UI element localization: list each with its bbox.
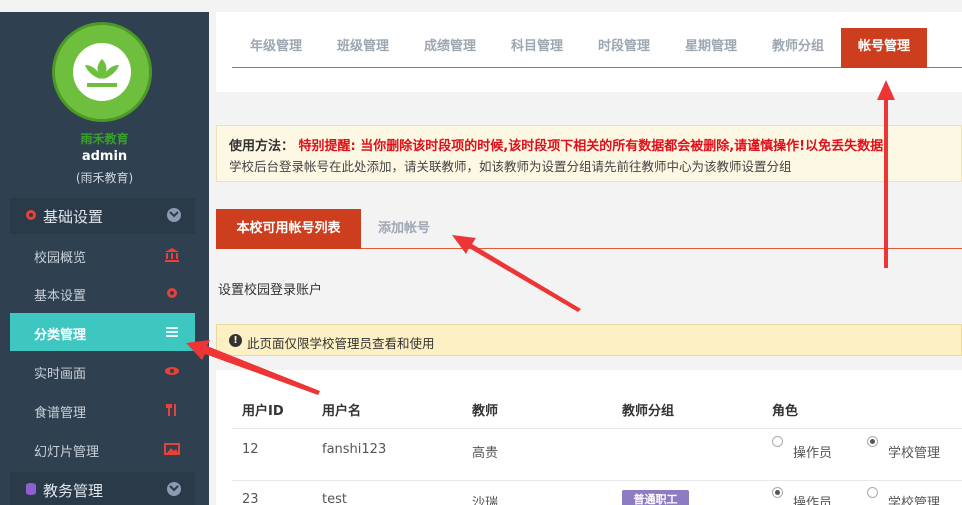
role-label-school-admin: 学校管理 (888, 496, 941, 505)
database-icon (26, 483, 36, 495)
cell-username: test (322, 492, 347, 505)
role-label-operator: 操作员 (793, 446, 833, 461)
cell-username: fanshi123 (322, 442, 387, 457)
usage-notice: 使用方法： 特别提醒: 当你删除该时段项的时候,该时段项下相关的所有数据都会被删… (216, 125, 962, 182)
image-icon (164, 443, 180, 455)
cutlery-icon (166, 404, 176, 416)
bank-icon (165, 248, 179, 262)
role-label-school-admin: 学校管理 (888, 446, 941, 461)
sidebar-item-basic-settings[interactable]: 基本设置 (10, 274, 195, 312)
tab-add-account[interactable]: 添加帐号 (361, 209, 447, 249)
gear-icon (167, 288, 177, 298)
sidebar: 雨禾教育 admin (雨禾教育) 基础设置 校园概览 基本设置 分类管理 实时… (0, 12, 209, 505)
sidebar-item-recipe-management[interactable]: 食谱管理 (10, 391, 195, 429)
account-subtabs: 本校可用帐号列表 添加帐号 (216, 209, 962, 249)
menu-icon (166, 327, 178, 337)
notice-label: 使用方法： (229, 139, 295, 154)
section-description: 设置校园登录账户 (218, 283, 323, 298)
column-header-user-id: 用户ID (242, 404, 284, 419)
cell-user-id: 12 (242, 442, 259, 457)
tab-weekday-management[interactable]: 星期管理 (673, 28, 749, 68)
tab-period-management[interactable]: 时段管理 (586, 28, 662, 68)
tab-account-list[interactable]: 本校可用帐号列表 (216, 209, 361, 249)
brand-logo (52, 22, 152, 122)
column-header-teacher: 教师 (472, 404, 499, 419)
nav-section-academic-management[interactable]: 教务管理 (10, 472, 195, 505)
exclamation-icon: ! (229, 334, 242, 347)
sidebar-item-slideshow-management[interactable]: 幻灯片管理 (10, 430, 195, 468)
cell-user-id: 23 (242, 492, 259, 505)
sidebar-item-live-view[interactable]: 实时画面 (10, 352, 195, 390)
teacher-group-badge: 普通职工 (622, 490, 689, 505)
sidebar-item-label: 校园概览 (34, 251, 87, 266)
sidebar-item-label: 实时画面 (34, 367, 87, 382)
eye-icon (165, 367, 179, 375)
role-radio-operator[interactable] (772, 436, 783, 447)
app-window: 雨禾教育 admin (雨禾教育) 基础设置 校园概览 基本设置 分类管理 实时… (0, 0, 962, 505)
user-name: admin (81, 149, 128, 164)
sidebar-item-label: 分类管理 (34, 328, 87, 343)
notice-line: 使用方法： 特别提醒: 当你删除该时段项的时候,该时段项下相关的所有数据都会被删… (229, 135, 889, 154)
alert-text: 此页面仅限学校管理员查看和使用 (247, 336, 435, 351)
sidebar-item-category-management[interactable]: 分类管理 (10, 313, 195, 351)
column-header-role: 角色 (772, 404, 799, 419)
tab-grade-management[interactable]: 年级管理 (238, 28, 314, 68)
sidebar-item-label: 基本设置 (34, 289, 87, 304)
notice-warning: 特别提醒: 当你删除该时段项的时候,该时段项下相关的所有数据都会被删除,请谨慎操… (298, 139, 890, 154)
column-header-username: 用户名 (322, 404, 362, 419)
role-radio-school-admin[interactable] (867, 436, 878, 447)
table-divider (232, 428, 962, 429)
admin-only-alert: ! 此页面仅限学校管理员查看和使用 (216, 324, 962, 356)
role-label-operator: 操作员 (793, 496, 833, 505)
accounts-table (216, 370, 962, 505)
cell-teacher: 沙瑞 (472, 496, 499, 505)
tab-teacher-groups[interactable]: 教师分组 (760, 28, 836, 68)
brand-name: 雨禾教育 (80, 132, 129, 146)
leaf-icon (85, 59, 119, 87)
sidebar-item-label: 幻灯片管理 (34, 445, 100, 460)
role-radio-operator[interactable] (772, 487, 783, 498)
tab-account-management[interactable]: 帐号管理 (841, 28, 927, 68)
tab-class-management[interactable]: 班级管理 (325, 28, 401, 68)
chevron-down-icon[interactable] (167, 208, 181, 222)
gear-icon (26, 210, 36, 220)
sidebar-item-campus-overview[interactable]: 校园概览 (10, 236, 195, 274)
nav-section-label: 教务管理 (43, 482, 104, 500)
main-tabs: 年级管理 班级管理 成绩管理 科目管理 时段管理 星期管理 教师分组 帐号管理 (232, 28, 962, 68)
tab-score-management[interactable]: 成绩管理 (412, 28, 488, 68)
nav-section-basic-settings[interactable]: 基础设置 (10, 198, 195, 234)
sidebar-item-label: 食谱管理 (34, 406, 87, 421)
table-divider (232, 480, 962, 481)
tab-subject-management[interactable]: 科目管理 (499, 28, 575, 68)
nav-section-label: 基础设置 (43, 208, 104, 226)
notice-text: 学校后台登录帐号在此处添加，请关联教师，如该教师为设置分组请先前往教师中心为该教… (229, 159, 792, 174)
user-org: (雨禾教育) (75, 171, 134, 185)
column-header-teacher-group: 教师分组 (622, 404, 675, 419)
role-radio-school-admin[interactable] (867, 487, 878, 498)
chevron-down-icon[interactable] (167, 482, 181, 496)
cell-teacher: 高贵 (472, 446, 499, 461)
